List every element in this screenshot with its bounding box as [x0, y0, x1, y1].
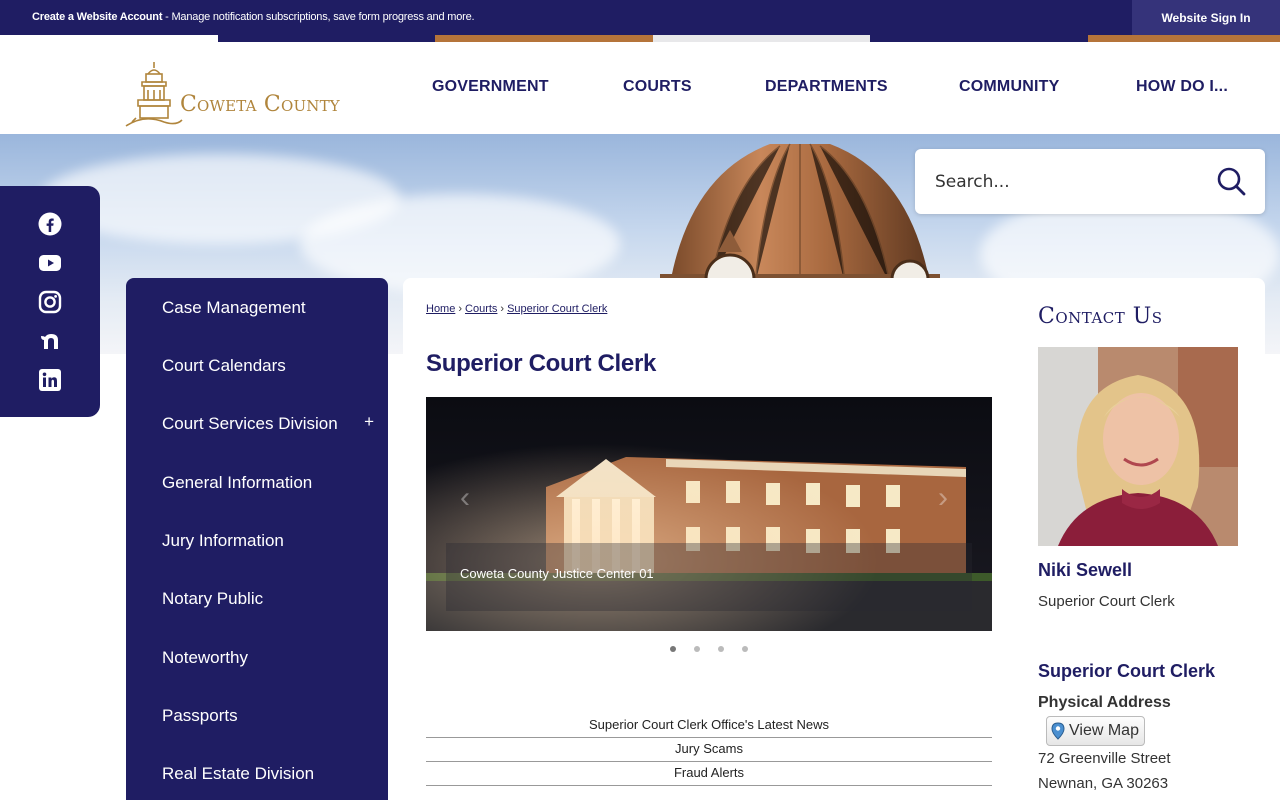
sidebar-item-jury-information[interactable]: Jury Information [162, 531, 284, 551]
strip-segment [435, 35, 653, 42]
search-box [915, 149, 1265, 214]
nav-how-do-i[interactable]: HOW DO I... [1136, 78, 1228, 96]
nav-courts[interactable]: COURTS [623, 78, 692, 96]
department-name: Superior Court Clerk [1038, 661, 1216, 681]
social-media-bar [0, 186, 100, 417]
facebook-icon[interactable] [38, 212, 62, 236]
search-input[interactable] [915, 149, 1205, 214]
breadcrumb: Home › Courts › Superior Court Clerk [426, 303, 607, 315]
section-nav: Case Management Court Calendars Court Se… [126, 278, 388, 800]
site-header: Coweta County GOVERNMENT COURTS DEPARTME… [0, 42, 1280, 134]
contact-person-title: Superior Court Clerk [1038, 593, 1175, 610]
slider-dot[interactable] [694, 646, 700, 652]
address-line-2: Newnan, GA 30263 [1038, 775, 1169, 792]
slider-dot[interactable] [718, 646, 724, 652]
nav-government[interactable]: GOVERNMENT [432, 78, 549, 96]
top-utility-bar: Create a Website Account - Manage notifi… [0, 0, 1280, 35]
clerk-portrait-photo [1038, 347, 1238, 546]
linkedin-icon[interactable] [38, 368, 62, 392]
main-content: Home › Courts › Superior Court Clerk Superio… [403, 278, 1265, 800]
list-item[interactable]: Fraud Alerts [426, 762, 992, 786]
news-link[interactable]: Jury Scams [675, 742, 743, 756]
slider-prev-arrow-icon[interactable]: ‹ [460, 481, 470, 515]
portrait-image [1038, 347, 1238, 546]
news-link[interactable]: Fraud Alerts [674, 766, 744, 780]
view-map-label[interactable]: View Map [1069, 722, 1139, 740]
main-nav: GOVERNMENT COURTS DEPARTMENTS COMMUNITY … [0, 42, 1280, 134]
slider-dot[interactable] [742, 646, 748, 652]
create-account-link[interactable]: Create a Website Account - Manage notifi… [32, 11, 475, 23]
sidebar-item-court-services-division[interactable]: Court Services Division [162, 414, 338, 434]
breadcrumb-courts-link[interactable]: Courts [465, 303, 497, 315]
sidebar-item-passports[interactable]: Passports [162, 706, 238, 726]
breadcrumb-separator: › [500, 303, 505, 315]
list-item[interactable]: Jury Scams [426, 738, 992, 762]
sidebar-item-case-management[interactable]: Case Management [162, 298, 306, 318]
sidebar-item-notary-public[interactable]: Notary Public [162, 589, 263, 609]
strip-segment [653, 35, 870, 42]
instagram-icon[interactable] [38, 290, 62, 314]
youtube-icon[interactable] [38, 251, 62, 275]
sidebar-item-general-information[interactable]: General Information [162, 473, 312, 493]
strip-segment [0, 35, 218, 42]
nav-departments[interactable]: DEPARTMENTS [765, 78, 888, 96]
view-map-button[interactable]: View Map [1046, 716, 1145, 746]
sidebar-item-real-estate-division[interactable]: Real Estate Division [162, 764, 314, 784]
expand-toggle-icon[interactable]: + [364, 412, 374, 432]
breadcrumb-separator: › [458, 303, 463, 315]
contact-person-name[interactable]: Niki Sewell [1038, 560, 1132, 581]
sidebar-item-court-calendars[interactable]: Court Calendars [162, 356, 286, 376]
create-account-label[interactable]: Create a Website Account [32, 11, 162, 23]
physical-address-label: Physical Address [1038, 694, 1171, 711]
slide-caption: Coweta County Justice Center 01 [460, 566, 654, 581]
search-icon[interactable] [1215, 165, 1247, 197]
news-link[interactable]: Superior Court Clerk Office's Latest New… [589, 718, 829, 732]
news-links-list: Superior Court Clerk Office's Latest New… [426, 718, 992, 786]
strip-segment [218, 35, 435, 42]
create-account-description: - Manage notification subscriptions, sav… [162, 11, 475, 23]
breadcrumb-current-link[interactable]: Superior Court Clerk [507, 303, 607, 315]
color-strip [0, 35, 1280, 42]
strip-segment [870, 35, 1088, 42]
breadcrumb-home-link[interactable]: Home [426, 303, 455, 315]
website-sign-in-button[interactable]: Website Sign In [1132, 0, 1280, 35]
strip-segment [1088, 35, 1280, 42]
slider-dots [670, 646, 748, 652]
contact-us-heading: Contact Us [1038, 304, 1163, 329]
address-line-1: 72 Greenville Street [1038, 750, 1171, 767]
slider-next-arrow-icon[interactable]: › [938, 481, 948, 515]
list-item[interactable]: Superior Court Clerk Office's Latest New… [426, 718, 992, 738]
nav-community[interactable]: COMMUNITY [959, 78, 1059, 96]
slider-dot[interactable] [670, 646, 676, 652]
page-title: Superior Court Clerk [426, 350, 657, 377]
map-pin-icon [1051, 722, 1065, 740]
nextdoor-icon[interactable] [38, 329, 62, 353]
sidebar-item-noteworthy[interactable]: Noteworthy [162, 648, 248, 668]
image-slider: Coweta County Justice Center 01 ‹ › [426, 397, 992, 631]
